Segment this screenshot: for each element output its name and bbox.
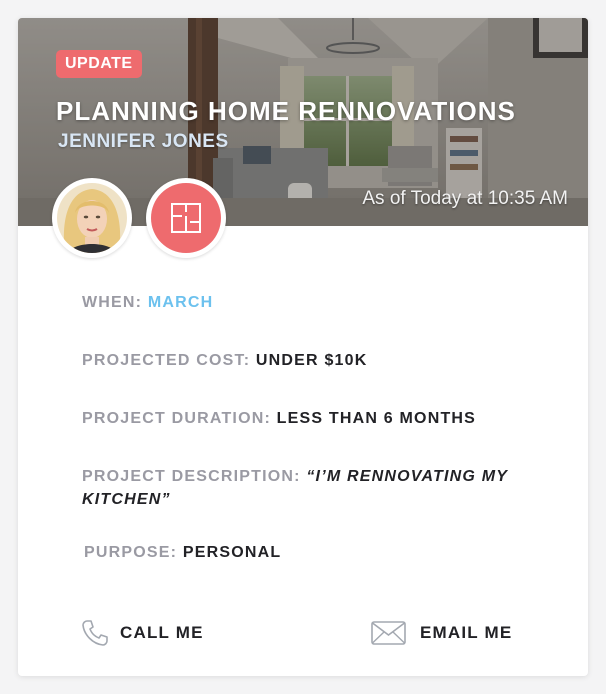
author-name[interactable]: JENNIFER JONES [58, 131, 229, 153]
envelope-icon [371, 621, 406, 645]
detail-cost: PROJECTED COST: UNDER $10K [82, 349, 368, 372]
email-me-button[interactable]: EMAIL ME [370, 618, 512, 648]
call-me-button[interactable]: CALL ME [80, 618, 204, 648]
project-card: UPDATE PLANNING HOME RENNOVATIONS JENNIF… [18, 18, 588, 676]
when-label: WHEN: [82, 294, 143, 311]
duration-label: PROJECT DURATION: [82, 410, 271, 427]
detail-when: WHEN: MARCH [82, 291, 213, 314]
purpose-value: PERSONAL [182, 544, 282, 561]
detail-duration: PROJECT DURATION: LESS THAN 6 MONTHS [82, 407, 476, 430]
duration-value: LESS THAN 6 MONTHS [276, 410, 477, 427]
timestamp: As of Today at 10:35 AM [362, 188, 568, 209]
card-title: PLANNING HOME RENNOVATIONS [56, 96, 516, 126]
call-me-label: CALL ME [120, 623, 204, 642]
cost-value: UNDER $10K [255, 352, 368, 369]
detail-purpose: PURPOSE: PERSONAL [84, 541, 281, 564]
update-badge: UPDATE [56, 50, 142, 78]
avatar[interactable] [52, 178, 132, 258]
purpose-label: PURPOSE: [84, 544, 178, 561]
phone-icon [82, 620, 108, 646]
cost-label: PROJECTED COST: [82, 352, 251, 369]
description-label: PROJECT DESCRIPTION: [82, 468, 301, 485]
email-me-label: EMAIL ME [420, 623, 513, 642]
when-value: MARCH [147, 294, 214, 311]
avatar-portrait [57, 183, 127, 253]
floor-plan-icon [151, 183, 221, 253]
detail-description: PROJECT DESCRIPTION: “I’M RENNOVATING MY… [82, 465, 532, 511]
category-badge [146, 178, 226, 258]
